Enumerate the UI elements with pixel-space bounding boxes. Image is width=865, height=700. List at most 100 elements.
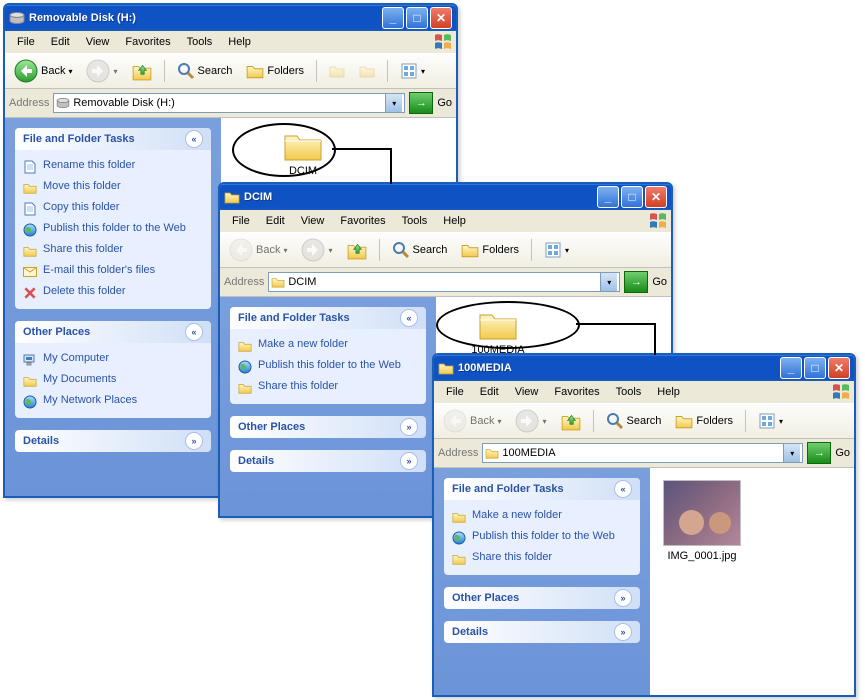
menu-help[interactable]: Help <box>435 213 474 229</box>
back-button[interactable]: Back▾ <box>224 236 292 264</box>
menu-favorites[interactable]: Favorites <box>546 384 607 400</box>
search-button[interactable]: Search <box>172 57 238 85</box>
search-button[interactable]: Search <box>601 407 667 435</box>
panel-header[interactable]: File and Folder Tasks« <box>230 307 426 329</box>
move-to-button[interactable] <box>324 57 350 85</box>
go-button[interactable]: → <box>807 442 831 464</box>
views-button[interactable]: ▾ <box>395 57 430 85</box>
forward-button[interactable]: ▾ <box>81 57 122 85</box>
menu-file[interactable]: File <box>9 34 43 50</box>
task-new-folder[interactable]: Make a new folder <box>238 335 418 356</box>
menu-favorites[interactable]: Favorites <box>332 213 393 229</box>
content-area[interactable]: IMG_0001.jpg <box>650 468 854 695</box>
minimize-button[interactable]: _ <box>382 7 404 29</box>
task-email[interactable]: E-mail this folder's files <box>23 261 203 282</box>
task-publish[interactable]: Publish this folder to the Web <box>238 356 418 377</box>
maximize-button[interactable]: □ <box>621 186 643 208</box>
maximize-button[interactable]: □ <box>804 357 826 379</box>
collapse-icon[interactable]: « <box>614 480 632 498</box>
address-dropdown[interactable]: ▾ <box>385 94 402 112</box>
window-title: 100MEDIA <box>458 362 778 374</box>
up-button[interactable] <box>556 407 586 435</box>
expand-icon[interactable]: » <box>185 432 203 450</box>
image-item[interactable]: IMG_0001.jpg <box>662 480 742 562</box>
task-move[interactable]: Move this folder <box>23 177 203 198</box>
task-publish[interactable]: Publish this folder to the Web <box>23 219 203 240</box>
titlebar[interactable]: DCIM _ □ ✕ <box>220 184 671 210</box>
maximize-button[interactable]: □ <box>406 7 428 29</box>
menu-view[interactable]: View <box>507 384 547 400</box>
panel-header[interactable]: Other Places» <box>230 416 426 438</box>
collapse-icon[interactable]: « <box>400 309 418 327</box>
task-rename[interactable]: Rename this folder <box>23 156 203 177</box>
folder-item-100media[interactable]: 100MEDIA <box>458 309 538 356</box>
minimize-button[interactable]: _ <box>780 357 802 379</box>
menu-tools[interactable]: Tools <box>394 213 436 229</box>
place-network[interactable]: My Network Places <box>23 391 203 412</box>
back-button[interactable]: Back▾ <box>438 407 506 435</box>
address-input[interactable]: DCIM ▾ <box>268 272 620 292</box>
forward-button[interactable]: ▾ <box>296 236 337 264</box>
go-button[interactable]: → <box>409 92 433 114</box>
panel-header[interactable]: Details» <box>230 450 426 472</box>
views-button[interactable]: ▾ <box>753 407 788 435</box>
panel-header[interactable]: Details» <box>444 621 640 643</box>
menu-view[interactable]: View <box>293 213 333 229</box>
menu-help[interactable]: Help <box>649 384 688 400</box>
titlebar[interactable]: Removable Disk (H:) _ □ ✕ <box>5 5 456 31</box>
place-my-computer[interactable]: My Computer <box>23 349 203 370</box>
menu-edit[interactable]: Edit <box>258 213 293 229</box>
search-button[interactable]: Search <box>387 236 453 264</box>
menu-tools[interactable]: Tools <box>179 34 221 50</box>
copy-to-button[interactable] <box>354 57 380 85</box>
close-button[interactable]: ✕ <box>645 186 667 208</box>
views-button[interactable]: ▾ <box>539 236 574 264</box>
menu-tools[interactable]: Tools <box>608 384 650 400</box>
task-publish[interactable]: Publish this folder to the Web <box>452 527 632 548</box>
up-button[interactable] <box>127 57 157 85</box>
titlebar[interactable]: 100MEDIA _ □ ✕ <box>434 355 854 381</box>
address-dropdown[interactable]: ▾ <box>783 444 800 462</box>
window-title: Removable Disk (H:) <box>29 12 380 24</box>
close-button[interactable]: ✕ <box>430 7 452 29</box>
expand-icon[interactable]: » <box>614 589 632 607</box>
panel-header[interactable]: File and Folder Tasks« <box>444 478 640 500</box>
panel-header[interactable]: Details» <box>15 430 211 452</box>
panel-header[interactable]: File and Folder Tasks« <box>15 128 211 150</box>
address-input[interactable]: Removable Disk (H:) ▾ <box>53 93 405 113</box>
menu-view[interactable]: View <box>78 34 118 50</box>
back-button[interactable]: Back▾ <box>9 57 77 85</box>
folders-button[interactable]: Folders <box>670 407 738 435</box>
panel-header[interactable]: Other Places« <box>15 321 211 343</box>
collapse-icon[interactable]: « <box>185 130 203 148</box>
menu-favorites[interactable]: Favorites <box>117 34 178 50</box>
address-input[interactable]: 100MEDIA ▾ <box>482 443 803 463</box>
menu-edit[interactable]: Edit <box>43 34 78 50</box>
folder-item-dcim[interactable]: DCIM <box>263 130 343 177</box>
task-delete[interactable]: Delete this folder <box>23 282 203 303</box>
menu-file[interactable]: File <box>438 384 472 400</box>
collapse-icon[interactable]: « <box>185 323 203 341</box>
address-dropdown[interactable]: ▾ <box>600 273 617 291</box>
task-share[interactable]: Share this folder <box>452 548 632 569</box>
address-bar: Address Removable Disk (H:) ▾ → Go <box>5 89 456 118</box>
up-button[interactable] <box>342 236 372 264</box>
task-new-folder[interactable]: Make a new folder <box>452 506 632 527</box>
expand-icon[interactable]: » <box>400 418 418 436</box>
expand-icon[interactable]: » <box>614 623 632 641</box>
place-my-documents[interactable]: My Documents <box>23 370 203 391</box>
task-share[interactable]: Share this folder <box>238 377 418 398</box>
minimize-button[interactable]: _ <box>597 186 619 208</box>
folders-button[interactable]: Folders <box>241 57 309 85</box>
task-share[interactable]: Share this folder <box>23 240 203 261</box>
folders-button[interactable]: Folders <box>456 236 524 264</box>
menu-help[interactable]: Help <box>220 34 259 50</box>
menu-file[interactable]: File <box>224 213 258 229</box>
expand-icon[interactable]: » <box>400 452 418 470</box>
task-copy[interactable]: Copy this folder <box>23 198 203 219</box>
go-button[interactable]: → <box>624 271 648 293</box>
menu-edit[interactable]: Edit <box>472 384 507 400</box>
close-button[interactable]: ✕ <box>828 357 850 379</box>
forward-button[interactable]: ▾ <box>510 407 551 435</box>
panel-header[interactable]: Other Places» <box>444 587 640 609</box>
